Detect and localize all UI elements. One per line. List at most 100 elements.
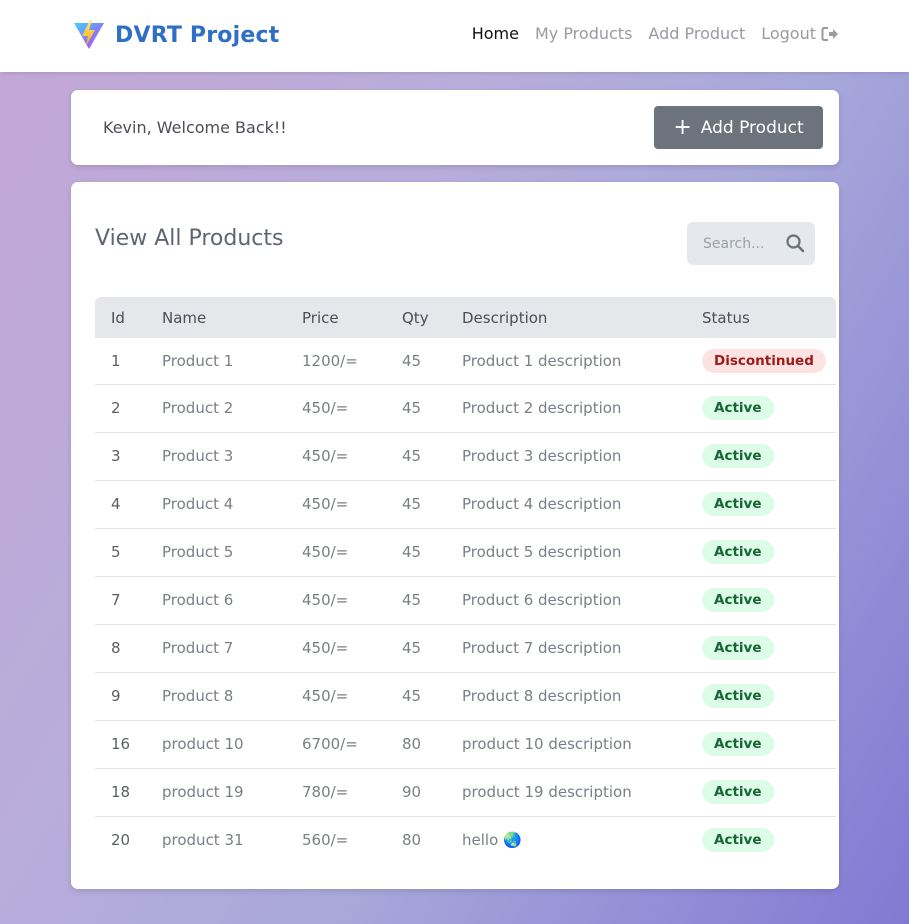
cell-status: Active — [702, 576, 836, 624]
table-row[interactable]: 3 Product 3 450/= 45 Product 3 description Ac… — [95, 432, 836, 480]
search-box[interactable] — [687, 222, 815, 265]
add-product-button-label: Add Product — [700, 117, 804, 138]
nav-logout-link[interactable]: Logout — [761, 24, 839, 43]
cell-qty: 45 — [402, 447, 422, 465]
cell-description: Product 7 description — [462, 639, 622, 657]
cell-price: 450/= — [302, 447, 349, 465]
cell-qty: 45 — [402, 351, 422, 370]
cell-description: Product 8 description — [462, 687, 622, 705]
welcome-card: Kevin, Welcome Back!! + Add Product — [71, 90, 839, 165]
cell-qty: 45 — [402, 495, 422, 513]
table-row[interactable]: 20 product 31 560/= 80 hello 🌏 Active — [95, 816, 836, 864]
table-row[interactable]: 8 Product 7 450/= 45 Product 7 description Ac… — [95, 624, 836, 672]
table-row[interactable]: 18 product 19 780/= 90 product 19 descriptio… — [95, 768, 836, 816]
cell-qty: 90 — [402, 783, 422, 801]
table-row[interactable]: 16 product 10 6700/= 80 product 10 descripti… — [95, 720, 836, 768]
cell-status: Active — [702, 624, 836, 672]
cell-id: 2 — [111, 399, 121, 417]
table-row[interactable]: 5 Product 5 450/= 45 Product 5 description Ac… — [95, 528, 836, 576]
column-header-status: Status — [702, 308, 750, 327]
table-row[interactable]: 2 Product 2 450/= 45 Product 2 description Ac… — [95, 384, 836, 432]
nav-add-product-link[interactable]: Add Product — [648, 24, 745, 43]
cell-price: 450/= — [302, 687, 349, 705]
cell-status: Active — [702, 720, 836, 768]
table-row[interactable]: 1 Product 1 1200/= 45 Product 1 description D… — [95, 338, 836, 384]
cell-description: product 19 description — [462, 783, 632, 801]
cell-description: hello 🌏 — [462, 831, 522, 850]
search-input[interactable] — [703, 235, 781, 252]
vite-logo-icon — [74, 20, 104, 49]
add-product-button[interactable]: + Add Product — [654, 106, 823, 149]
cell-price: 560/= — [302, 831, 349, 850]
table-row[interactable]: 4 Product 4 450/= 45 Product 4 description Ac… — [95, 480, 836, 528]
column-header-qty: Qty — [402, 308, 429, 327]
table-body: 1 Product 1 1200/= 45 Product 1 description D… — [95, 338, 836, 864]
cell-name: Product 8 — [162, 687, 234, 705]
cell-name: Product 4 — [162, 495, 234, 513]
cell-status: Active — [702, 816, 836, 864]
brand-title: DVRT Project — [115, 22, 280, 48]
status-badge: Discontinued — [702, 348, 826, 373]
cell-id: 8 — [111, 639, 121, 657]
cell-name: Product 1 — [162, 351, 234, 370]
cell-name: Product 3 — [162, 447, 234, 465]
cell-description: Product 1 description — [462, 351, 622, 370]
status-badge: Active — [702, 780, 774, 804]
cell-description: Product 4 description — [462, 495, 622, 513]
cell-price: 450/= — [302, 399, 349, 417]
cell-status: Discontinued — [702, 338, 836, 384]
brand[interactable]: DVRT Project — [73, 18, 279, 52]
table-row[interactable]: 9 Product 8 450/= 45 Product 8 description Ac… — [95, 672, 836, 720]
status-badge: Active — [702, 396, 774, 420]
status-badge: Active — [702, 828, 774, 853]
logout-icon — [821, 26, 838, 41]
cell-status: Active — [702, 528, 836, 576]
table-row[interactable]: 7 Product 6 450/= 45 Product 6 description Ac… — [95, 576, 836, 624]
cell-qty: 45 — [402, 639, 422, 657]
status-badge: Active — [702, 684, 774, 708]
products-card: View All Products Id Name Price Qty Desc… — [71, 182, 839, 889]
cell-description: Product 3 description — [462, 447, 622, 465]
main-nav: Home My Products Add Product Logout — [472, 24, 839, 43]
nav-my-products-link[interactable]: My Products — [535, 24, 632, 43]
cell-description: product 10 description — [462, 735, 632, 753]
cell-id: 7 — [111, 591, 121, 609]
cell-price: 780/= — [302, 783, 349, 801]
cell-name: Product 2 — [162, 399, 234, 417]
status-badge: Active — [702, 444, 774, 468]
cell-name: product 31 — [162, 831, 244, 850]
nav-home-link[interactable]: Home — [472, 24, 519, 43]
cell-id: 20 — [111, 831, 131, 850]
cell-status: Active — [702, 384, 836, 432]
cell-description: Product 6 description — [462, 591, 622, 609]
cell-price: 1200/= — [302, 351, 358, 370]
products-title: View All Products — [95, 226, 284, 251]
status-badge: Active — [702, 732, 774, 756]
cell-name: product 10 — [162, 735, 244, 753]
cell-description: Product 2 description — [462, 399, 622, 417]
cell-price: 450/= — [302, 591, 349, 609]
plus-icon: + — [673, 114, 692, 140]
cell-qty: 45 — [402, 543, 422, 561]
status-badge: Active — [702, 540, 774, 564]
cell-status: Active — [702, 768, 836, 816]
column-header-description: Description — [462, 308, 548, 327]
status-badge: Active — [702, 492, 774, 516]
cell-status: Active — [702, 672, 836, 720]
cell-qty: 80 — [402, 735, 422, 753]
welcome-message: Kevin, Welcome Back!! — [103, 118, 287, 137]
cell-id: 3 — [111, 447, 121, 465]
cell-price: 450/= — [302, 639, 349, 657]
cell-price: 450/= — [302, 543, 349, 561]
cell-name: Product 5 — [162, 543, 234, 561]
search-icon[interactable] — [785, 233, 805, 253]
cell-status: Active — [702, 432, 836, 480]
cell-id: 5 — [111, 543, 121, 561]
products-table: Id Name Price Qty Description Status 1 Pr… — [95, 297, 836, 864]
table-header-row: Id Name Price Qty Description Status — [95, 297, 836, 338]
cell-id: 9 — [111, 687, 121, 705]
cell-qty: 80 — [402, 831, 422, 850]
cell-id: 16 — [111, 735, 131, 753]
status-badge: Active — [702, 636, 774, 660]
column-header-id: Id — [111, 308, 125, 327]
